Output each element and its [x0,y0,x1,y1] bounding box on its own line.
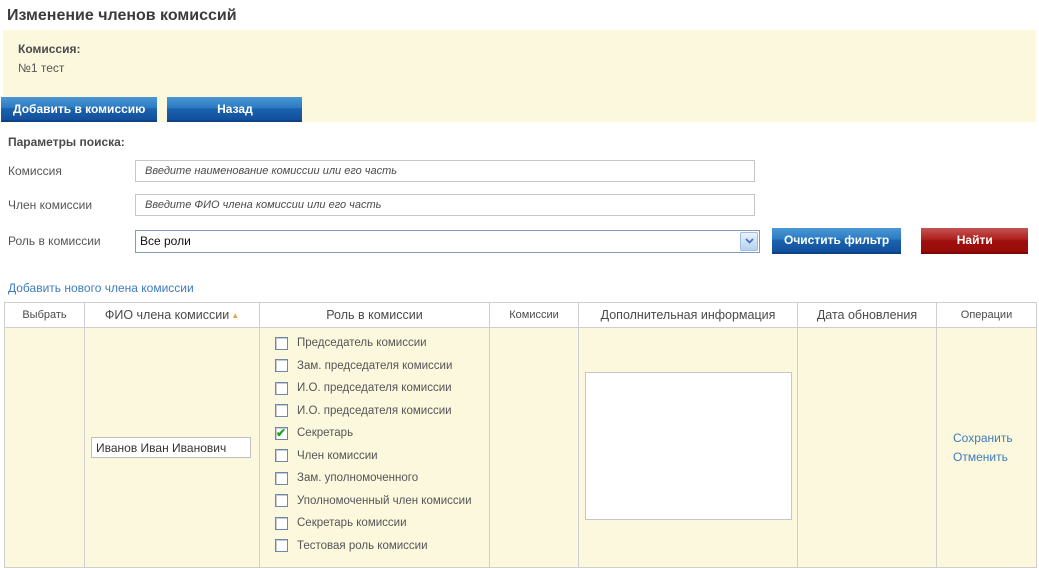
role-checkbox-item[interactable]: Уполномоченный член комиссии [275,494,489,508]
role-label: Зам. председателя комиссии [297,359,453,372]
role-label: Секретарь [297,427,354,439]
fio-input[interactable] [91,437,251,458]
role-label: Зам. уполномоченного [297,472,419,484]
cell-commissions [489,327,579,568]
page: Изменение членов комиссий Комиссия: №1 т… [0,7,1039,568]
cell-update-date [797,327,937,568]
cell-select [4,327,85,568]
add-new-member-link[interactable]: Добавить нового члена комиссии [8,281,194,295]
checkbox-icon[interactable] [275,359,288,372]
sort-asc-icon: ▲ [231,311,240,320]
role-checkbox-item[interactable]: Член комиссии [275,449,489,463]
col-header-fio-label: ФИО члена комиссии [104,308,230,322]
member-field-label: Член комиссии [8,198,93,212]
cell-roles: Председатель комиссии Зам. председателя … [259,327,490,568]
panel-buttons: Добавить в комиссию Назад [1,97,303,122]
checkbox-icon[interactable] [275,539,288,552]
role-checkbox-item[interactable]: Тестовая роль комиссии [275,539,489,553]
checkbox-icon[interactable] [275,336,288,350]
back-button[interactable]: Назад [167,97,303,122]
checkbox-icon[interactable] [275,449,288,462]
additional-info-textarea[interactable] [584,372,792,520]
role-label: И.О. председателя комиссии [297,404,452,417]
commission-search-row: Комиссия [8,160,1036,182]
commission-label: Комиссия: [18,42,81,56]
col-header-role[interactable]: Роль в комиссии [259,302,490,328]
role-search-row: Роль в комиссии Все роли Очистить фильтр… [8,228,1036,254]
search-params-title: Параметры поиска: [8,135,125,149]
role-field-label: Роль в комиссии [8,234,101,248]
cell-additional-info [578,327,798,568]
commission-value: №1 тест [18,61,65,75]
col-header-operations: Операции [936,302,1037,328]
role-label: Уполномоченный член комиссии [297,494,472,507]
role-checkbox-item[interactable]: Зам. председателя комиссии [275,359,489,373]
checkbox-icon[interactable] [275,494,288,507]
col-header-select: Выбрать [4,302,85,328]
role-checkbox-item[interactable]: И.О. председателя комиссии [275,404,489,418]
table-row: Председатель комиссии Зам. председателя … [4,327,1037,568]
col-header-commissions: Комиссии [489,302,579,328]
add-to-commission-button[interactable]: Добавить в комиссию [1,97,158,122]
role-checkbox-item[interactable]: Председатель комиссии [275,336,489,350]
role-checkbox-item[interactable]: Секретарь [275,426,489,440]
checkbox-icon[interactable] [275,381,288,395]
col-header-additional-info[interactable]: Дополнительная информация [578,302,798,328]
role-checkbox-item[interactable]: Зам. уполномоченного [275,471,489,485]
role-label: Председатель комиссии [297,337,427,349]
role-checkbox-item[interactable]: И.О. председателя комиссии [275,381,489,395]
checkbox-icon[interactable] [275,426,288,440]
role-checkbox-item[interactable]: Секретарь комиссии [275,516,489,530]
role-select[interactable]: Все роли [135,229,760,253]
col-header-fio[interactable]: ФИО члена комиссии ▲ [84,302,260,328]
role-label: Тестовая роль комиссии [297,539,428,552]
checkbox-icon[interactable] [275,471,288,485]
chevron-down-icon[interactable] [740,231,758,251]
save-link[interactable]: Сохранить [953,431,1036,445]
page-title: Изменение членов комиссий [7,7,237,24]
find-button[interactable]: Найти [921,228,1029,254]
col-header-update-date[interactable]: Дата обновления [797,302,937,328]
member-search-row: Член комиссии [8,194,1036,216]
role-select-value: Все роли [140,234,191,248]
cell-operations: Сохранить Отменить [936,327,1037,568]
clear-filter-button[interactable]: Очистить фильтр [772,228,902,254]
checkbox-icon[interactable] [275,516,288,530]
member-search-input[interactable] [135,194,755,216]
commission-info-panel: Комиссия: №1 тест Добавить в комиссию На… [1,30,1036,122]
commission-search-input[interactable] [135,160,755,182]
checkbox-icon[interactable] [275,404,288,417]
role-label: И.О. председателя комиссии [297,382,452,394]
role-label: Член комиссии [297,449,378,462]
cell-fio [84,327,260,568]
members-table: Выбрать ФИО члена комиссии ▲ Роль в комис… [4,302,1037,568]
table-header-row: Выбрать ФИО члена комиссии ▲ Роль в комис… [4,302,1037,328]
role-label: Секретарь комиссии [297,517,407,529]
cancel-link[interactable]: Отменить [953,450,1036,464]
commission-field-label: Комиссия [8,164,62,178]
